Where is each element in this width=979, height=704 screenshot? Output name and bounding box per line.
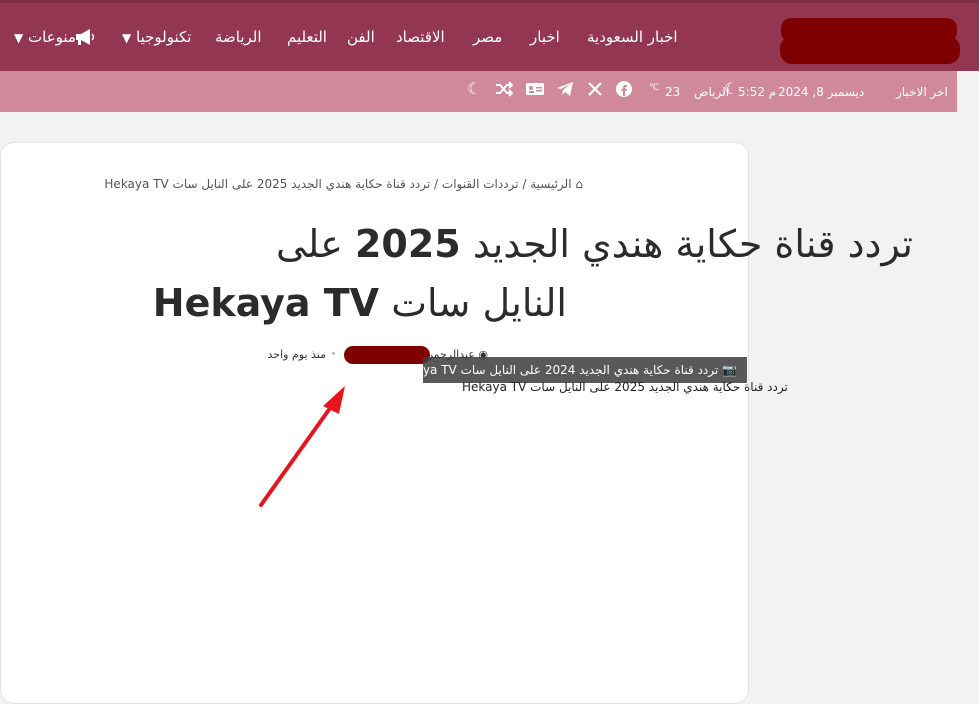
nav-item-misc[interactable]: منوعات (28, 26, 76, 48)
annotation-arrow-icon (259, 386, 345, 507)
shuffle-icon[interactable] (495, 81, 514, 102)
nav-item-technology[interactable]: تكنولوجيا (136, 26, 191, 48)
logo-redaction (780, 36, 960, 64)
article-title-line2: النايل سات Hekaya TV (153, 280, 567, 326)
dark-mode-icon[interactable]: ☾ (467, 79, 481, 99)
chevron-down-icon[interactable]: ▼ (122, 29, 131, 47)
telegram-icon[interactable] (556, 81, 574, 102)
secondary-bar: اخر الاخبار ديسمبر 8, 2024 5:52 م ☾ الري… (0, 71, 957, 112)
weather-unit: ℃ (649, 83, 660, 93)
title-text: على (275, 222, 343, 266)
publish-time: منذ يوم واحد (267, 348, 326, 361)
nav-item-egypt[interactable]: مصر (473, 26, 502, 48)
breadcrumb-current: تردد قناة حكاية هندي الجديد 2025 على الن… (104, 177, 431, 191)
weather-temp: 23 (665, 85, 681, 99)
nav-item-education[interactable]: التعليم (287, 26, 327, 48)
title-year: 2025 (354, 222, 461, 266)
current-time: 5:52 م (738, 85, 777, 99)
article-title-line1: تردد قناة حكاية هندي الجديد 2025 على (276, 221, 913, 267)
latest-news-label: اخر الاخبار (896, 85, 948, 99)
meta-separator (332, 352, 335, 355)
nav-item-news[interactable]: اخبار (530, 26, 560, 48)
x-icon[interactable] (587, 81, 603, 102)
nav-item-economy[interactable]: الاقتصاد (396, 26, 445, 48)
facebook-icon[interactable] (616, 81, 632, 102)
tooltip-text: 📷 تردد قناة حكاية هندي الجديد 2024 على ا… (392, 363, 737, 377)
contact-card-icon[interactable] (525, 81, 545, 102)
breadcrumb-home[interactable]: الرئيسية (530, 177, 571, 191)
tooltip-label: تردد قناة حكاية هندي الجديد 2024 على الن… (392, 363, 719, 377)
breadcrumb-separator: / (522, 177, 527, 191)
home-icon[interactable]: ⌂ (575, 177, 583, 191)
breadcrumb-category[interactable]: ترددات القنوات (442, 177, 519, 191)
header-rim (0, 0, 979, 3)
author-redaction (344, 346, 430, 364)
breadcrumb-separator: / (434, 177, 439, 191)
title-brand: Hekaya TV (152, 281, 380, 325)
breadcrumb: ⌂ الرئيسية / ترددات القنوات / تردد قناة … (104, 177, 583, 191)
chevron-down-icon[interactable]: ▼ (14, 29, 23, 47)
camera-icon: 📷 (722, 363, 737, 377)
title-text: النايل سات (391, 281, 567, 325)
image-caption: تردد قناة حكاية هندي الجديد 2025 على الن… (462, 380, 788, 394)
megaphone-icon (74, 28, 96, 51)
nav-item-art[interactable]: الفن (347, 26, 375, 48)
current-date: ديسمبر 8, 2024 (778, 85, 865, 99)
page-margin (957, 71, 979, 685)
title-text: تردد قناة حكاية هندي الجديد (472, 222, 913, 266)
nav-item-saudi-news[interactable]: اخبار السعودية (587, 26, 678, 48)
weather-city: الرياض (694, 85, 730, 99)
nav-item-sports[interactable]: الرياضة (215, 26, 262, 48)
